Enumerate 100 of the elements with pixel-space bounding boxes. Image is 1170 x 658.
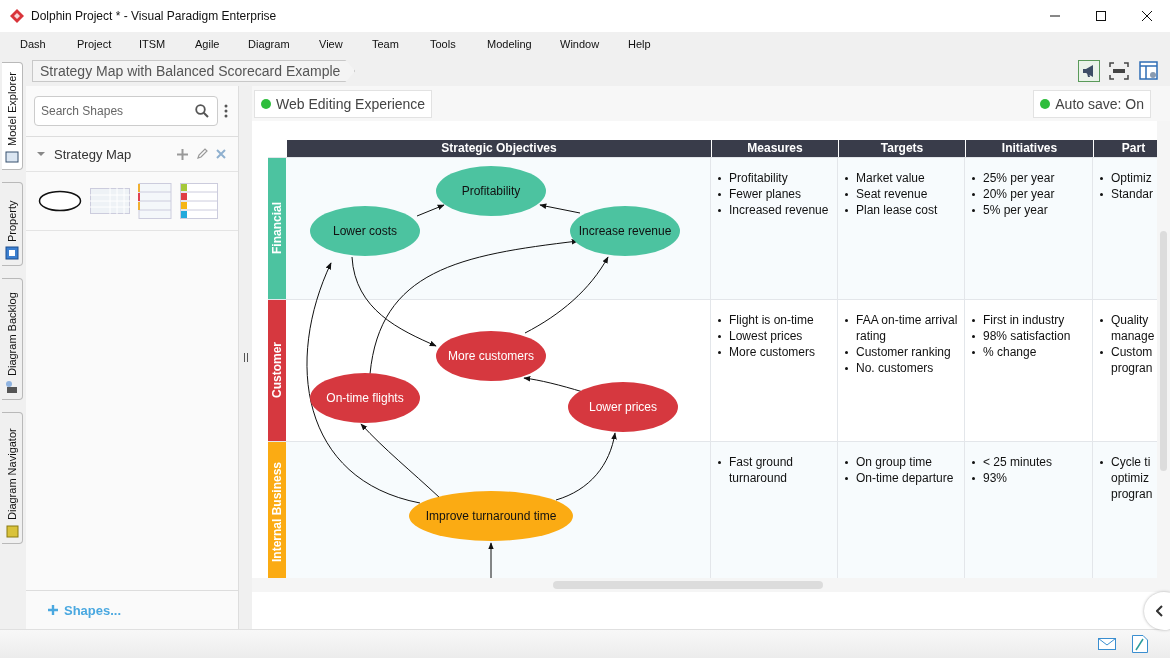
cell-text: Fast ground turnaround [729,454,795,486]
objective-node: Improve turnaround time [409,491,573,541]
palette-title: Strategy Map [54,146,132,162]
collapse-caret-icon[interactable] [36,150,46,158]
bullet-icon [845,209,848,212]
pencil-icon[interactable] [196,148,208,160]
cell-text: More customers [729,344,816,360]
fit-screen-icon[interactable] [1108,60,1130,82]
menu-item[interactable]: ITSM [139,38,195,50]
bullet-icon [718,319,721,322]
objective-node: On-time flights [310,373,420,423]
cell-text: 5% per year [983,202,1048,218]
objective-node: Lower prices [568,382,678,432]
cell-text: Seat revenue [856,186,928,202]
breadcrumb[interactable]: Strategy Map with Balanced Scorecard Example [32,60,356,82]
bullet-icon [718,335,721,338]
column-header: Initiatives [965,140,1093,157]
menu-item[interactable]: Modeling [487,38,560,50]
menu-item[interactable]: Dash [20,38,77,50]
scrollbar-thumb[interactable] [553,581,823,589]
chevron-left-icon [1156,605,1164,617]
autosave-label: Auto save: On [1055,95,1144,112]
column-header: Measures [711,140,838,157]
bullet-icon [1100,193,1103,196]
bullet-icon [1100,351,1103,354]
side-tab[interactable]: Diagram Backlog [2,278,23,400]
note-icon[interactable] [1132,635,1148,653]
menu-item[interactable]: Diagram [248,38,319,50]
cell-text: First in industry [983,312,1065,328]
cell-text: 20% per year [983,186,1055,202]
menu-item[interactable]: Tools [430,38,487,50]
autosave-badge[interactable]: Auto save: On [1033,89,1151,118]
objective-node: Lower costs [310,206,420,256]
web-editing-badge[interactable]: Web Editing Experience [254,89,433,118]
cell-text: Quality manage [1111,312,1156,344]
web-editing-label: Web Editing Experience [276,95,426,112]
bullet-icon [1100,319,1103,322]
perspective-label: Internal Business [268,442,286,578]
perspective-label: Customer [268,300,286,441]
menu-item[interactable]: Help [628,38,651,50]
bullet-icon [718,209,721,212]
window-title: Dolphin Project * - Visual Paradigm Enterprise [31,9,277,23]
objective-node: Profitability [436,166,546,216]
bullet-icon [845,177,848,180]
cell-text: Increased revenue [729,202,829,218]
bullet-icon [718,193,721,196]
side-tab[interactable]: Property [2,182,23,266]
side-tab[interactable]: Diagram Navigator [2,412,23,544]
layout-icon[interactable] [1138,60,1160,82]
megaphone-icon[interactable] [1078,60,1100,82]
menu-item[interactable]: Window [560,38,628,50]
bullet-icon [845,351,848,354]
objective-node: More customers [436,331,546,381]
bullet-icon [972,461,975,464]
search-icon[interactable] [195,104,209,118]
menu-item[interactable]: Team [372,38,430,50]
menu-item[interactable]: Project [77,38,139,50]
bullet-icon [972,351,975,354]
cell-text: Lowest prices [729,328,803,344]
app-logo-icon [9,8,25,24]
cell-text: 93% [983,470,1008,486]
cell-text: FAA on-time arrival rating [856,312,959,344]
bullet-icon [845,193,848,196]
bullet-icon [972,193,975,196]
cell-text: Custom progran [1111,344,1154,376]
cell-text: Flight is on-time [729,312,814,328]
splitter-grip-icon[interactable] [243,353,248,362]
cell-text: Customer ranking [856,344,951,360]
bullet-icon [718,177,721,180]
tab-icon [4,245,20,261]
cell-text: Standar [1111,186,1155,202]
more-options-icon[interactable] [224,104,228,118]
mail-icon[interactable] [1098,638,1116,650]
bullet-icon [845,319,848,322]
bullet-icon [1100,461,1103,464]
bullet-icon [972,335,975,338]
bullet-icon [972,319,975,322]
objective-node: Increase revenue [570,206,680,256]
scrollbar-thumb[interactable] [1160,231,1167,471]
cell-text: Profitability [729,170,788,186]
search-field[interactable]: Search Shapes [34,96,218,126]
cell-text: Optimiz [1111,170,1153,186]
cell-text: % change [983,344,1037,360]
maximize-icon[interactable] [1095,10,1107,22]
ellipse-shape-icon[interactable] [38,190,82,212]
side-tab[interactable]: Model Explorer [2,62,23,170]
cell-text: On-time departure [856,470,954,486]
bullet-icon [718,461,721,464]
cell-text: Cycle ti optimiz progran [1111,454,1154,502]
add-icon[interactable] [177,148,188,160]
menu-item[interactable]: Agile [195,38,248,50]
close-icon[interactable] [1141,10,1153,22]
cell-text: < 25 minutes [983,454,1053,470]
color-lane-shape-icon[interactable] [180,183,218,219]
cell-text: 25% per year [983,170,1055,186]
cell-text: Fewer planes [729,186,802,202]
menu-item[interactable]: View [319,38,372,50]
column-header: Strategic Objectives [286,140,711,157]
bullet-icon [845,367,848,370]
tab-icon [4,149,20,165]
